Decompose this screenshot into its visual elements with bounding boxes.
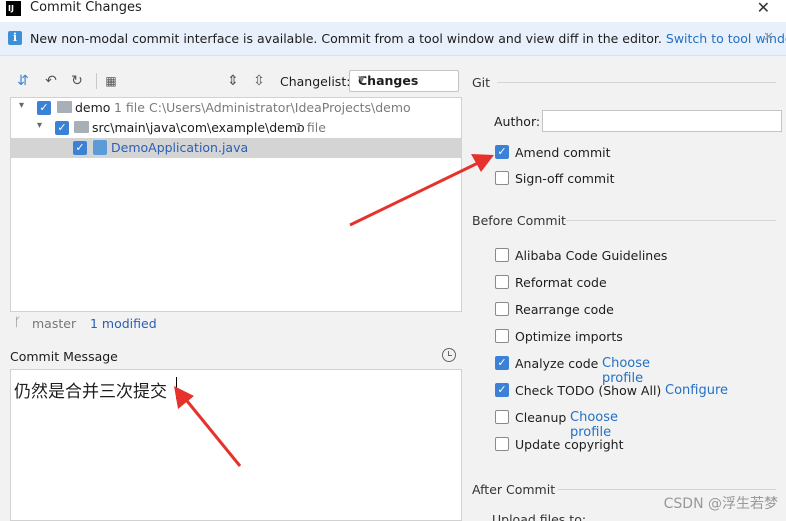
before-commit-label: Optimize imports (515, 329, 623, 344)
group-by-icon[interactable]: ▦ (102, 72, 120, 90)
info-icon: i (8, 31, 22, 45)
before-commit-label: Update copyright (515, 437, 624, 452)
vcs-status-bar: ᚴ master 1 modified (10, 315, 462, 333)
window-title: Commit Changes (30, 0, 142, 15)
section-divider (566, 220, 776, 221)
chevron-down-icon[interactable]: ▾ (19, 100, 24, 111)
package-checkbox[interactable]: ✓ (55, 121, 69, 135)
info-banner: i New non-modal commit interface is avai… (0, 22, 786, 56)
author-label: Author: (494, 114, 541, 129)
before-commit-option-link[interactable]: Configure (665, 383, 728, 398)
java-class-icon (93, 140, 107, 155)
history-clock-icon[interactable] (442, 348, 456, 362)
close-window-button[interactable]: ✕ (757, 0, 770, 17)
before-commit-checkbox[interactable] (495, 437, 509, 451)
before-commit-checkbox[interactable] (495, 410, 509, 424)
signoff-commit-checkbox[interactable] (495, 171, 509, 185)
project-path: C:\Users\Administrator\IdeaProjects\demo (149, 100, 411, 115)
signoff-commit-label: Sign-off commit (515, 171, 615, 186)
before-commit-checkbox[interactable]: ✓ (495, 383, 509, 397)
file-checkbox[interactable]: ✓ (73, 141, 87, 155)
intellij-logo-icon: IJ (6, 1, 21, 16)
amend-commit-checkbox[interactable]: ✓ (495, 145, 509, 159)
branch-icon: ᚴ (14, 315, 22, 329)
before-commit-label: Alibaba Code Guidelines (515, 248, 668, 263)
file-name: DemoApplication.java (111, 140, 249, 155)
before-commit-checkbox[interactable] (495, 248, 509, 262)
package-file-count: 1 file (295, 120, 326, 135)
project-file-count: 1 file (114, 100, 145, 115)
before-commit-option-link[interactable]: Choose profile (602, 356, 650, 386)
git-section-title: Git (472, 75, 491, 90)
before-commit-label: Check TODO (Show All) (515, 383, 662, 398)
folder-icon (74, 121, 89, 133)
expand-all-icon[interactable]: ⇕ (224, 72, 242, 90)
watermark: CSDN @浮生若梦 (663, 496, 778, 512)
before-commit-label: Analyze code (515, 356, 599, 371)
move-to-changelist-icon[interactable]: ⇵ (14, 72, 32, 90)
arrow-head-amend (471, 154, 494, 172)
section-divider (558, 489, 776, 490)
before-commit-label: Reformat code (515, 275, 607, 290)
tree-row-package[interactable]: ▾ ✓ src\main\java\com\example\demo 1 fil… (11, 118, 461, 138)
branch-name[interactable]: master (32, 316, 76, 331)
tree-row-project[interactable]: ▾ ✓ demo 1 file C:\Users\Administrator\I… (11, 98, 461, 118)
before-commit-checkbox[interactable] (495, 329, 509, 343)
package-path: src\main\java\com\example\demo (92, 120, 305, 135)
banner-message: New non-modal commit interface is availa… (30, 31, 786, 46)
before-commit-label: Rearrange code (515, 302, 614, 317)
changes-toolbar: ⇵ ↶ ↻ ▦ ⇕ ⇳ Changelist: Changes ▼ (0, 70, 462, 94)
tree-row-file[interactable]: ✓ DemoApplication.java (11, 138, 461, 158)
before-commit-title: Before Commit (472, 213, 566, 228)
undo-icon[interactable]: ↶ (42, 72, 60, 90)
chevron-down-icon[interactable]: ▾ (37, 120, 42, 131)
changelist-label: Changelist: (280, 74, 351, 89)
refresh-icon[interactable]: ↻ (68, 72, 86, 90)
commit-message-input[interactable]: 仍然是合并三次提交 (10, 369, 462, 521)
commit-message-text: 仍然是合并三次提交 (14, 382, 167, 402)
upload-files-label: Upload files to: (492, 512, 587, 521)
before-commit-checkbox[interactable] (495, 302, 509, 316)
commit-message-label: Commit Message (10, 349, 118, 364)
collapse-all-icon[interactable]: ⇳ (250, 72, 268, 90)
banner-text: New non-modal commit interface is availa… (30, 31, 662, 46)
changes-tree: ▾ ✓ demo 1 file C:\Users\Administrator\I… (10, 97, 462, 312)
after-commit-title: After Commit (472, 482, 556, 497)
module-folder-icon (57, 101, 72, 113)
amend-commit-label: Amend commit (515, 145, 611, 160)
banner-close-icon[interactable]: ✕ (763, 30, 774, 45)
modified-count[interactable]: 1 modified (90, 316, 157, 331)
text-caret (176, 377, 177, 399)
before-commit-label: Cleanup (515, 410, 567, 425)
author-input[interactable] (542, 110, 782, 132)
changelist-select[interactable]: Changes ▼ (349, 70, 459, 92)
before-commit-checkbox[interactable] (495, 275, 509, 289)
toolbar-separator (96, 73, 97, 89)
before-commit-option-link[interactable]: Choose profile (570, 410, 618, 440)
title-bar: IJ Commit Changes ✕ (0, 0, 786, 22)
project-name: demo (75, 100, 111, 115)
project-checkbox[interactable]: ✓ (37, 101, 51, 115)
chevron-down-icon: ▼ (358, 75, 365, 85)
before-commit-checkbox[interactable]: ✓ (495, 356, 509, 370)
section-divider (497, 82, 776, 83)
